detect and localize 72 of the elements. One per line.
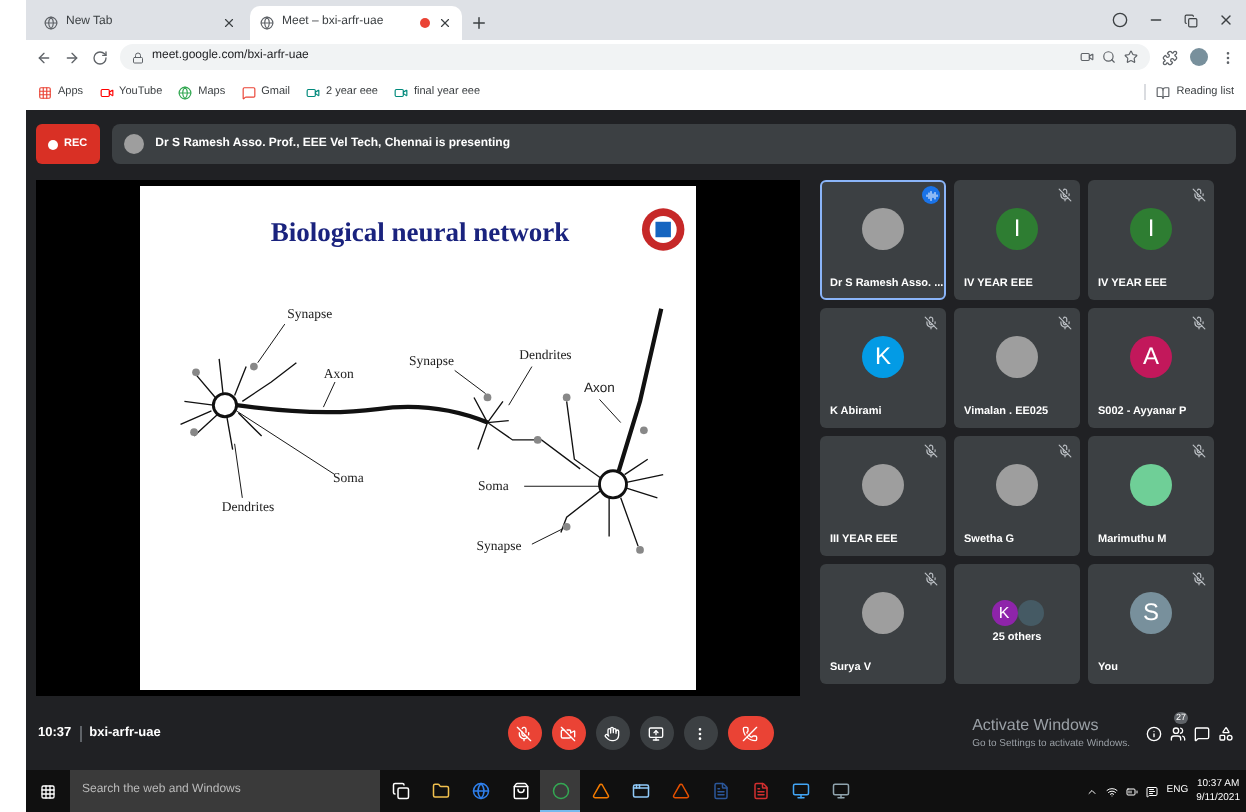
avatar-photo-placeholder [862,591,904,634]
app-icon [551,781,569,799]
reload-icon[interactable] [92,49,108,65]
avatar: A [1130,335,1172,378]
app-icon [431,782,449,800]
avatar: I [1130,207,1172,250]
app-icon [391,782,409,800]
present-button[interactable] [639,716,674,750]
avatar: S [1130,591,1172,634]
notification-icon[interactable] [1146,785,1159,797]
bookmark-icon [38,85,52,99]
close-tab-icon[interactable] [222,16,236,30]
bookmark-icon [306,85,320,99]
camera-icon[interactable] [1080,50,1094,64]
network-icon[interactable] [1106,785,1119,797]
presenter-photo-placeholder [123,134,144,154]
app-icon [831,782,849,800]
raise-hand-button[interactable] [595,716,630,750]
avatar: K [862,335,904,378]
university-logo-icon [641,208,685,251]
app-icon [751,782,769,800]
present-icon [648,725,665,741]
mic-off-icon [516,725,533,741]
people-icon[interactable] [1170,725,1186,741]
bookmark-icon [241,85,256,99]
back-icon[interactable] [36,49,52,65]
lock-icon [132,51,144,63]
mic-off-button[interactable] [507,716,542,750]
slide-title: Biological neural network [270,217,570,248]
camera-off-button[interactable] [551,716,586,750]
end-call-button[interactable] [727,716,774,750]
search-icon[interactable] [1102,50,1116,64]
camera-off-icon [560,725,577,741]
bookmark-icon [99,85,114,99]
app-icon [591,782,609,800]
bookmark-icon [178,85,193,99]
app-icon [711,782,729,800]
app-icon [671,782,689,800]
speaking-indicator-icon [922,186,940,204]
avatar: K [991,600,1017,627]
profile-icon[interactable] [1112,12,1128,28]
avatar-photo-placeholder [996,463,1038,506]
activities-icon[interactable] [1218,725,1234,741]
close-icon[interactable] [1218,12,1234,28]
close-tab-icon[interactable] [438,16,452,30]
chat-icon[interactable] [1194,725,1210,741]
extensions-icon[interactable] [1162,49,1178,65]
app-icon [471,782,489,800]
bookmark-icon [394,85,408,99]
new-tab-icon[interactable] [470,14,488,32]
battery-icon[interactable] [1126,785,1139,797]
windows-logo-icon [40,783,56,799]
avatar-photo-placeholder [1017,600,1043,627]
app-icon [511,782,529,800]
avatar-photo-placeholder [996,335,1038,378]
app-icon [791,782,809,800]
avatar-photo-placeholder [862,207,904,250]
reading-list-icon [1156,85,1171,99]
info-icon[interactable] [1146,725,1162,741]
phone-icon [742,725,759,741]
tab-favicon-icon [260,16,274,30]
profile-avatar[interactable] [1190,48,1208,66]
forward-icon[interactable] [64,49,80,65]
app-icon [631,782,649,800]
avatar-photo-placeholder [862,463,904,506]
avatar: I [996,207,1038,250]
hand-icon [604,725,621,741]
chevron-up-icon[interactable] [1086,785,1099,797]
tab-favicon-icon [44,16,58,30]
activate-windows-title: Activate Windows [972,713,1099,738]
star-icon[interactable] [1124,50,1138,64]
restore-icon[interactable] [1184,13,1198,27]
